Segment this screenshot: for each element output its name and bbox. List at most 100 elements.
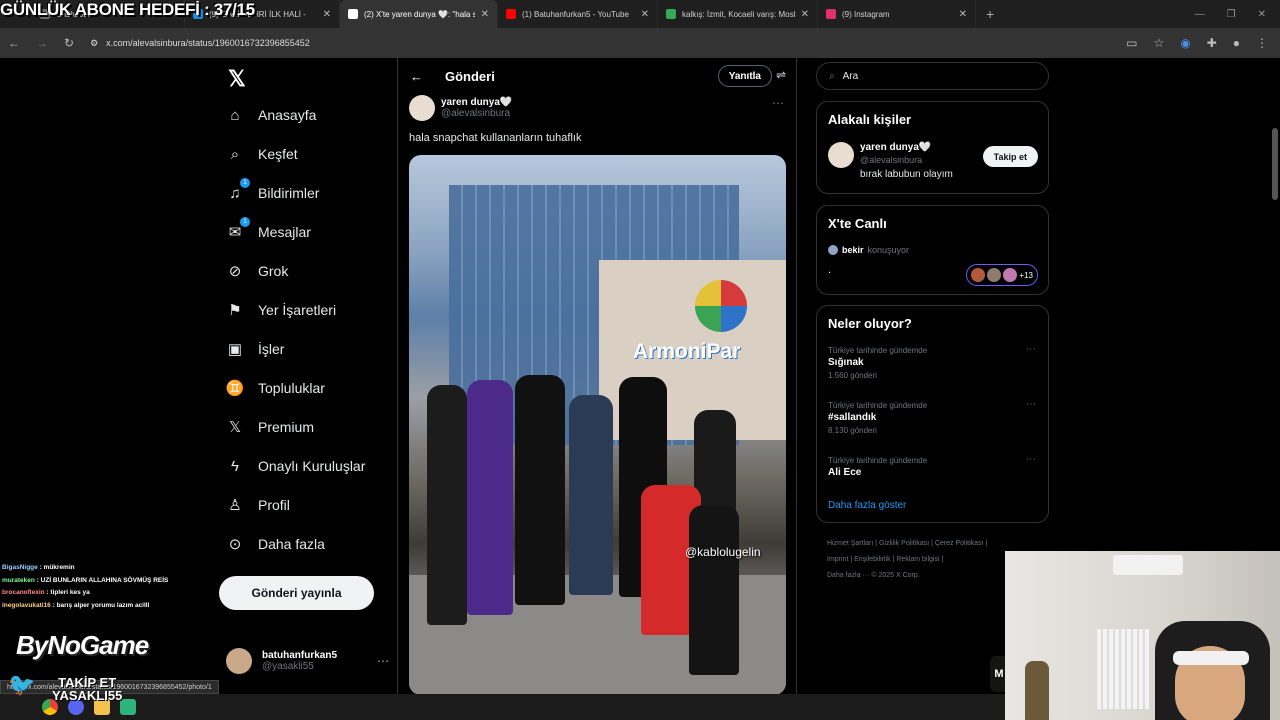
back-icon[interactable]: ← xyxy=(8,36,20,50)
lightning-icon: ϟ xyxy=(231,457,239,475)
chat-message: brocanoflexin : tipleri kes ya xyxy=(2,589,90,596)
search-box[interactable]: ⌕ Ara xyxy=(816,62,1049,90)
close-tab-icon[interactable]: ✕ xyxy=(323,9,331,20)
bookmark-icon: ⚑ xyxy=(228,302,242,319)
app-icon[interactable] xyxy=(120,699,136,715)
close-window-icon[interactable]: ✕ xyxy=(1258,9,1266,20)
nav-item-jobs[interactable]: ▣ İşler xyxy=(226,340,285,358)
account-switcher[interactable]: batuhanfurkan5 @yasakli55 ⋯ xyxy=(226,648,389,674)
back-arrow-icon[interactable]: ← xyxy=(410,69,423,84)
notification-badge: 1 xyxy=(240,178,250,188)
nav-item-verified-orgs[interactable]: ϟ Onaylı Kuruluşlar xyxy=(226,457,365,475)
bynogame-logo: ByNoGame xyxy=(16,630,149,660)
nav-item-home[interactable]: ⌂ Anasayfa xyxy=(226,106,316,124)
account-more-icon[interactable]: ⋯ xyxy=(377,654,389,668)
radiator-image xyxy=(1097,629,1149,709)
extension-icon[interactable]: ◉ xyxy=(1180,36,1190,50)
person-figure xyxy=(467,380,513,615)
search-input[interactable]: Ara xyxy=(843,71,859,82)
tab-maps[interactable]: kalkış: İzmit, Kocaeli varış: Mosk ✕ xyxy=(658,0,818,28)
site-info-icon[interactable]: ⚙ xyxy=(90,38,98,49)
nav-item-notifications[interactable]: ♫ 1 Bildirimler xyxy=(226,178,319,202)
chat-message: inegolavukati16 : barış alper yorumu laz… xyxy=(2,601,150,609)
maps-favicon-icon xyxy=(666,9,676,19)
trend-item[interactable]: Türkiye tarihinde gündemde #sallandık 8.… xyxy=(828,401,927,435)
new-tab-button[interactable]: + xyxy=(976,6,1004,22)
close-tab-icon[interactable]: ✕ xyxy=(801,9,809,20)
x-logo-icon[interactable]: 𝕏 xyxy=(228,66,246,92)
nav-item-premium[interactable]: 𝕏 Premium xyxy=(226,418,314,436)
trend-more-icon[interactable]: ⋯ xyxy=(1026,344,1036,355)
card-title: Alakalı kişiler xyxy=(828,112,912,127)
restore-icon[interactable]: ❐ xyxy=(1227,9,1236,20)
reload-icon[interactable]: ↻ xyxy=(64,36,74,50)
card-title: Neler oluyor? xyxy=(828,316,912,331)
home-icon: ⌂ xyxy=(230,106,240,124)
mall-logo-icon xyxy=(695,280,747,332)
x-favicon-icon xyxy=(348,9,358,19)
chat-message: murateken : UZİ BUNLARIN ALLAHINA SÖVMÜŞ… xyxy=(2,576,169,584)
subscriber-goal-overlay: GÜNLÜK ABONE HEDEFİ : 37/15 xyxy=(0,0,255,19)
tab-instagram[interactable]: (9) Instagram ✕ xyxy=(818,0,976,28)
nav-item-bookmarks[interactable]: ⚑ Yer İşaretleri xyxy=(226,301,336,319)
menu-icon[interactable]: ⋮ xyxy=(1256,36,1268,50)
more-circle-icon: ⊙ xyxy=(228,536,242,553)
person-icon: ♙ xyxy=(228,497,242,514)
page-scrollbar[interactable] xyxy=(1272,128,1278,200)
window-controls: — ❐ ✕ xyxy=(1195,9,1280,20)
mail-icon: ✉ 1 xyxy=(226,217,250,241)
trends-card: Neler oluyor? Türkiye tarihinde gündemde… xyxy=(816,305,1049,523)
trend-item[interactable]: Türkiye tarihinde gündemde Ali Ece xyxy=(828,456,927,478)
bookmark-star-icon[interactable]: ☆ xyxy=(1153,36,1164,50)
search-icon: ⌕ xyxy=(230,145,240,163)
post-more-icon[interactable]: ⋯ xyxy=(772,96,784,110)
instagram-favicon-icon xyxy=(826,9,836,19)
related-avatar[interactable] xyxy=(828,142,854,168)
nav-item-communities[interactable]: ♊ Topluluklar xyxy=(226,379,325,397)
reply-button[interactable]: Yanıtla xyxy=(717,65,772,87)
address-bar: ← → ↻ ⚙ x.com/alevalsinbura/status/19600… xyxy=(0,28,1280,58)
nav-item-messages[interactable]: ✉ 1 Mesajlar xyxy=(226,217,311,241)
chat-message: BigasNigge : mükremin xyxy=(2,564,75,571)
nav-item-explore[interactable]: ⌕ Keşfet xyxy=(226,145,298,163)
post-button[interactable]: Gönderi yayınla xyxy=(219,576,374,610)
related-people-card: Alakalı kişiler yaren dunya🤍 @alevalsinb… xyxy=(816,101,1049,194)
sliders-icon[interactable]: ⇌ xyxy=(776,68,786,82)
post-media-image[interactable]: ArmoniPar @kablolugelin xyxy=(409,155,786,695)
tab-x-post[interactable]: (2) X'te yaren dunya 🤍: "hala s ✕ xyxy=(340,0,498,28)
close-tab-icon[interactable]: ✕ xyxy=(641,9,649,20)
follow-button[interactable]: Takip et xyxy=(982,146,1038,167)
statue-image xyxy=(1025,661,1049,720)
puzzle-icon[interactable]: ✚ xyxy=(1207,36,1217,50)
nav-item-grok[interactable]: ⊘ Grok xyxy=(226,262,289,280)
tab-youtube[interactable]: (1) Batuhanfurkan5 - YouTube ✕ xyxy=(498,0,658,28)
x-live-card[interactable]: X'te Canlı bekir konuşuyor . +13 xyxy=(816,205,1049,295)
stream-chat-overlay: BigasNigge : mükremin murateken : UZİ BU… xyxy=(2,562,168,612)
close-tab-icon[interactable]: ✕ xyxy=(959,9,967,20)
forward-icon[interactable]: → xyxy=(36,36,48,50)
tiktok-watermark: @kablolugelin xyxy=(685,545,761,559)
bell-icon: ♫ 1 xyxy=(226,178,250,202)
post-author[interactable]: yaren dunya🤍 @alevalsinbura xyxy=(409,95,512,121)
minimize-icon[interactable]: — xyxy=(1195,9,1205,20)
trend-more-icon[interactable]: ⋯ xyxy=(1026,454,1036,465)
trend-more-icon[interactable]: ⋯ xyxy=(1026,399,1036,410)
message-badge: 1 xyxy=(240,217,250,227)
person-figure xyxy=(515,375,565,605)
person-figure xyxy=(427,385,467,625)
post-column: ← Gönderi Yanıtla ⇌ yaren dunya🤍 @aleval… xyxy=(397,58,797,720)
url-field[interactable]: ⚙ x.com/alevalsinbura/status/19600167323… xyxy=(90,32,1110,54)
author-avatar[interactable] xyxy=(409,95,435,121)
cast-icon[interactable]: ▭ xyxy=(1126,36,1137,50)
post-text: hala snapchat kullananların tuhaflık xyxy=(409,132,582,144)
avatar xyxy=(1003,268,1018,282)
profile-avatar-icon[interactable]: ● xyxy=(1233,36,1240,50)
people-icon: ♊ xyxy=(225,380,245,397)
trend-item[interactable]: Türkiye tarihinde gündemde Sığınak 1.560… xyxy=(828,346,927,380)
page-title: Gönderi xyxy=(445,68,495,84)
nav-item-more[interactable]: ⊙ Daha fazla xyxy=(226,535,325,553)
webcam-overlay xyxy=(1005,551,1280,720)
nav-item-profile[interactable]: ♙ Profil xyxy=(226,496,290,514)
show-more-link[interactable]: Daha fazla göster xyxy=(828,500,906,511)
close-tab-icon[interactable]: ✕ xyxy=(481,9,489,20)
